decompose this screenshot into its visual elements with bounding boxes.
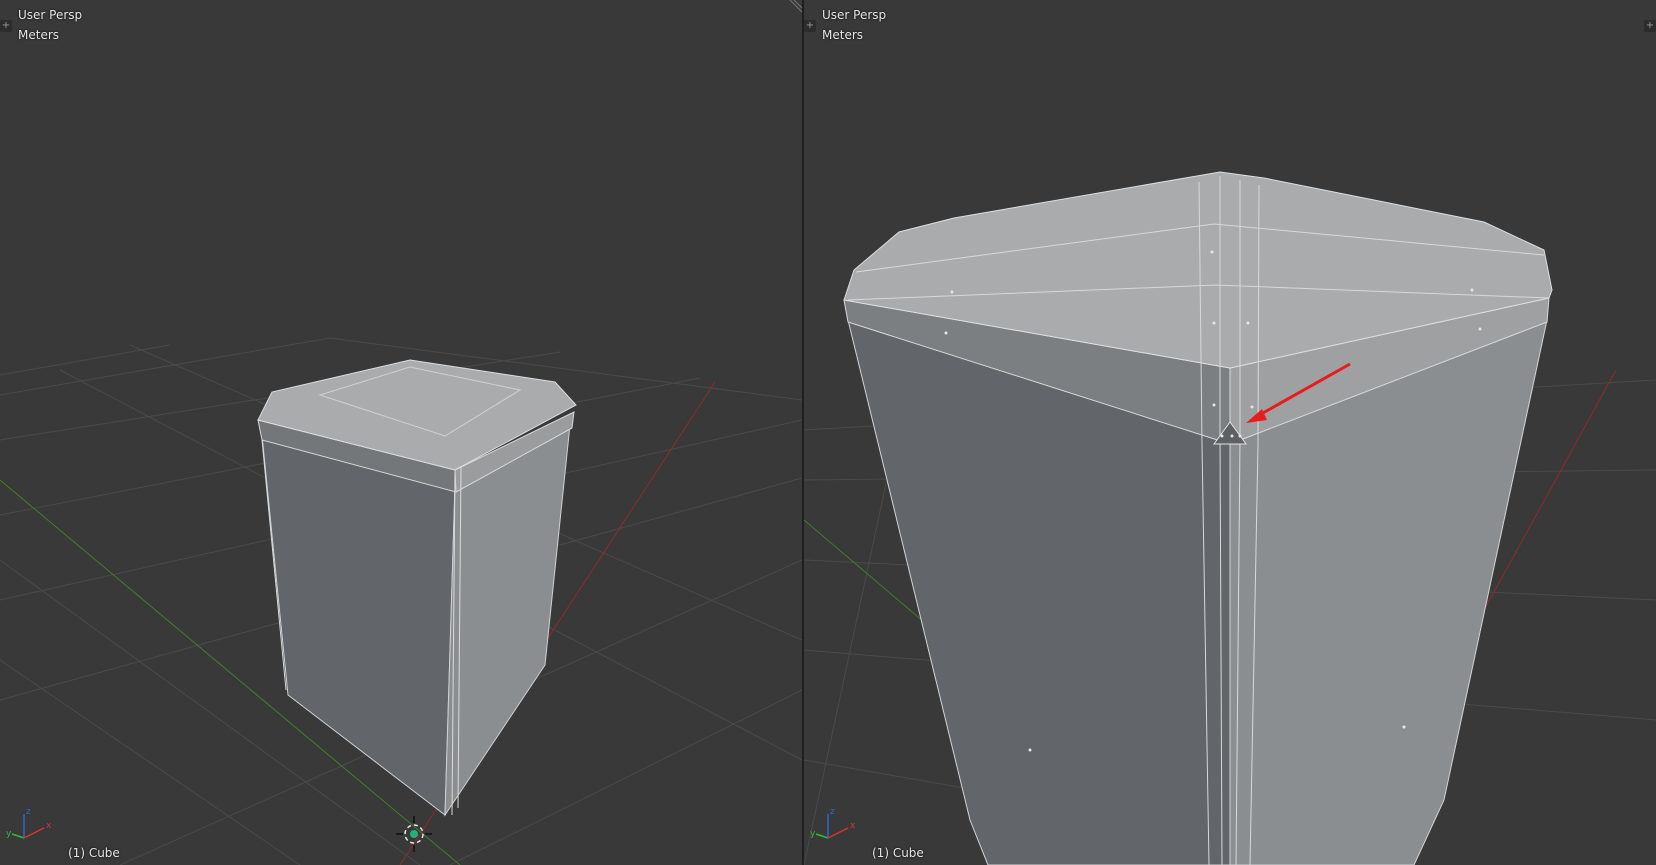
plus-icon[interactable]: +	[0, 20, 12, 32]
3d-cursor-icon[interactable]	[396, 816, 432, 852]
gizmo-z-label: z	[26, 807, 31, 817]
plus-icon[interactable]: +	[1644, 20, 1656, 32]
gizmo-x-label: x	[850, 821, 856, 831]
gizmo-x-label: x	[46, 821, 52, 831]
gizmo-y-label: y	[6, 829, 12, 839]
gizmo-y-label: y	[810, 829, 816, 839]
corner-resize-icon[interactable]	[788, 0, 802, 14]
view-perspective-label: User Persp	[18, 8, 83, 22]
plus-icon[interactable]: +	[804, 20, 816, 32]
units-label: Meters	[18, 28, 60, 42]
view-perspective-label: User Persp	[822, 8, 887, 22]
axis-gizmo-icon: x y z	[810, 807, 856, 839]
blender-3d-view-split: User Persp Meters (1) Cube + x y z User …	[0, 0, 1656, 865]
units-label: Meters	[822, 28, 864, 42]
left-3d-viewport[interactable]: User Persp Meters (1) Cube + x y z	[0, 0, 802, 865]
gizmo-z-label: z	[830, 807, 835, 817]
active-object-label: (1) Cube	[872, 846, 924, 860]
left-viewport-canvas[interactable]	[0, 0, 802, 865]
cube-mesh-left[interactable]	[257, 359, 577, 817]
active-object-label: (1) Cube	[68, 846, 120, 860]
right-viewport-canvas[interactable]	[804, 0, 1656, 865]
cube-mesh-closeup[interactable]	[843, 171, 1553, 865]
axis-gizmo-icon: x y z	[6, 807, 52, 839]
right-3d-viewport[interactable]: User Persp Meters (1) Cube + + x y z	[804, 0, 1656, 865]
